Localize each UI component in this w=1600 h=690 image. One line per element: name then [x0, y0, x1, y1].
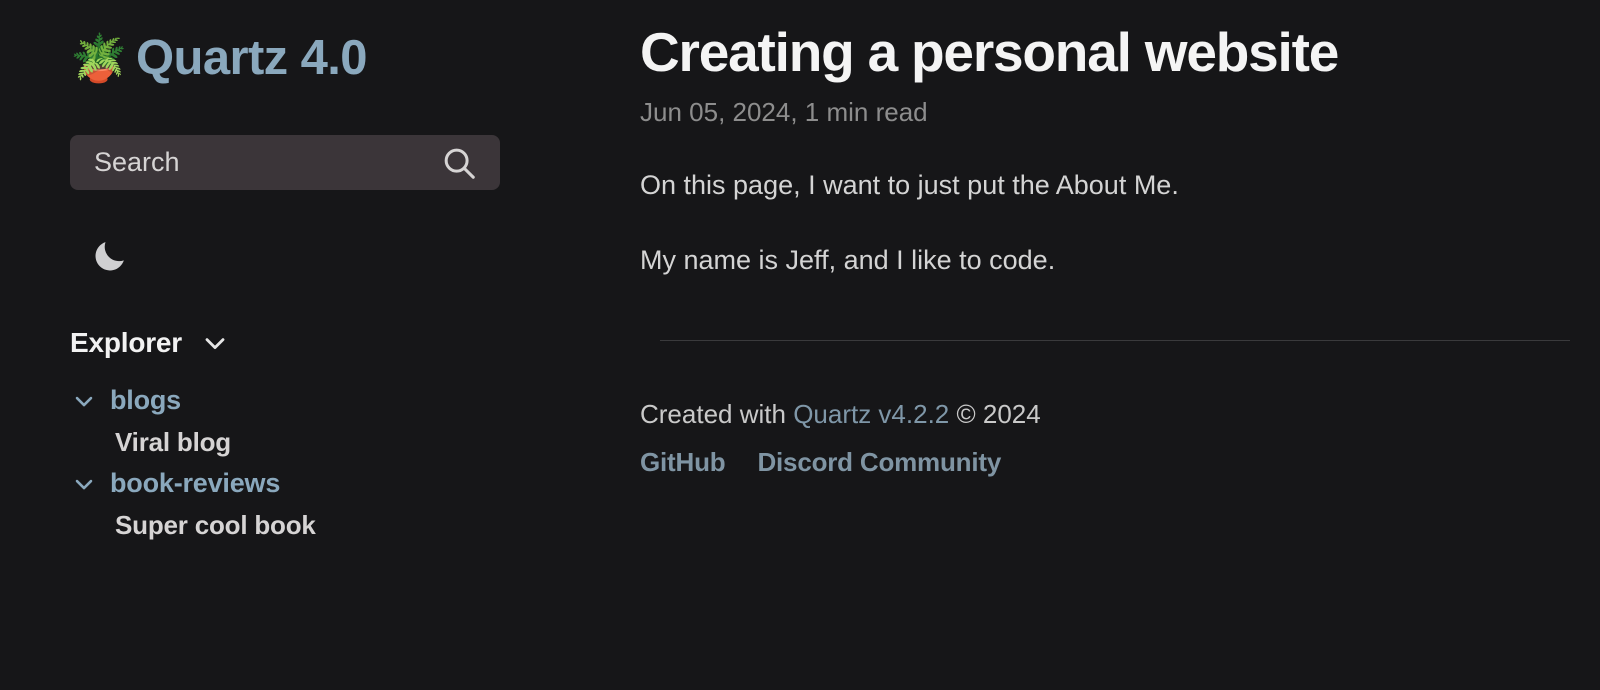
page-title: Creating a personal website	[640, 21, 1339, 83]
explorer-file-label: Viral blog	[115, 427, 231, 457]
github-link[interactable]: GitHub	[640, 447, 726, 478]
article-paragraph: On this page, I want to just put the Abo…	[640, 169, 1179, 200]
main-content: Creating a personal website Jun 05, 2024…	[640, 0, 1600, 478]
explorer-file-super-cool-book[interactable]: Super cool book	[70, 510, 640, 541]
explorer-file-viral-blog[interactable]: Viral blog	[70, 427, 640, 458]
explorer-header[interactable]: Explorer	[70, 327, 640, 359]
chevron-down-icon[interactable]	[70, 387, 98, 415]
explorer-folder-blogs[interactable]: blogs	[70, 385, 640, 416]
search-input[interactable]: Search	[94, 147, 180, 178]
explorer-panel: Explorer blogs Viral blog book-reviews S…	[70, 327, 640, 541]
footer-credit: Created with Quartz v4.2.2 © 2024	[640, 399, 1570, 430]
quartz-version-link[interactable]: Quartz v4.2.2	[793, 399, 949, 429]
footer-divider	[660, 340, 1570, 342]
footer-credit-prefix: Created with	[640, 399, 794, 430]
article-meta: Jun 05, 2024, 1 min read	[640, 96, 928, 127]
chevron-down-icon[interactable]	[70, 470, 98, 498]
article-body: On this page, I want to just put the Abo…	[640, 166, 1570, 280]
site-title: Quartz 4.0	[136, 31, 368, 85]
article-paragraph: My name is Jeff, and I like to code.	[640, 244, 1056, 275]
moon-icon[interactable]	[90, 236, 130, 276]
dark-mode-toggle[interactable]	[86, 232, 134, 280]
explorer-folder-label: book-reviews	[110, 468, 281, 498]
explorer-folder-label: blogs	[110, 385, 181, 415]
explorer-title: Explorer	[70, 327, 182, 358]
sidebar: 🪴 Quartz 4.0 Search Explorer blogs Viral…	[0, 0, 640, 541]
explorer-folder-book-reviews[interactable]: book-reviews	[70, 468, 640, 499]
discord-community-link[interactable]: Discord Community	[757, 447, 1001, 478]
explorer-file-label: Super cool book	[115, 510, 316, 540]
quartz-site-page: 🪴 Quartz 4.0 Search Explorer blogs Viral…	[0, 0, 1600, 690]
footer-links: GitHub Discord Community	[640, 447, 1570, 478]
search-bar[interactable]: Search	[70, 135, 500, 190]
chevron-down-icon[interactable]	[199, 327, 231, 359]
page-footer: Created with Quartz v4.2.2 © 2024 GitHub…	[640, 399, 1570, 478]
footer-credit-suffix: © 2024	[949, 399, 1041, 430]
explorer-tree: blogs Viral blog book-reviews Super cool…	[70, 385, 640, 541]
site-brand[interactable]: 🪴 Quartz 4.0	[70, 22, 640, 94]
potted-plant-icon: 🪴	[70, 32, 128, 84]
search-icon[interactable]	[440, 144, 478, 182]
